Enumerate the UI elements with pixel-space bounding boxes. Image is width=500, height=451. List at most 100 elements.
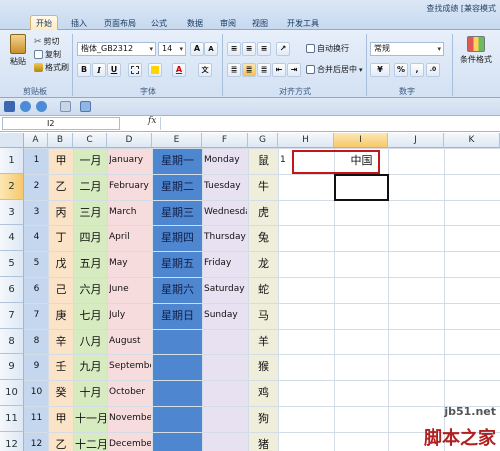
- row-header-12[interactable]: 12: [0, 431, 24, 451]
- cell-F2[interactable]: Tuesday: [204, 174, 247, 200]
- cell-D6[interactable]: June: [109, 277, 151, 303]
- cell-E6[interactable]: 星期六: [154, 277, 201, 303]
- cell-D1[interactable]: January: [109, 148, 151, 174]
- cell-E1[interactable]: 星期一: [154, 148, 201, 174]
- cell-B10[interactable]: 癸: [50, 380, 72, 406]
- percent-button[interactable]: %: [394, 63, 408, 77]
- font-size-combo[interactable]: 14 ▾: [158, 42, 186, 56]
- cell-F3[interactable]: Wednesday: [204, 200, 247, 226]
- tab-review[interactable]: 审阅: [217, 17, 239, 30]
- phonetic-button[interactable]: 文: [198, 63, 212, 77]
- column-header-B[interactable]: B: [48, 133, 73, 148]
- cell-G8[interactable]: 羊: [250, 329, 277, 355]
- row-header-10[interactable]: 10: [0, 380, 24, 406]
- cell-B2[interactable]: 乙: [50, 174, 72, 200]
- cell-C10[interactable]: 十月: [75, 380, 106, 406]
- tab-home[interactable]: 开始: [30, 15, 58, 31]
- font-color-button[interactable]: A: [172, 63, 186, 77]
- cell-A5[interactable]: 5: [26, 251, 47, 277]
- cell-B12[interactable]: 乙: [50, 432, 72, 451]
- cell-E2[interactable]: 星期二: [154, 174, 201, 200]
- row-header-7[interactable]: 7: [0, 302, 24, 329]
- cell-F1[interactable]: Monday: [204, 148, 247, 174]
- cell-D3[interactable]: March: [109, 200, 151, 226]
- row-header-2[interactable]: 2: [0, 173, 24, 200]
- cell-E4[interactable]: 星期四: [154, 225, 201, 251]
- cell-A6[interactable]: 6: [26, 277, 47, 303]
- active-cell-I2[interactable]: [334, 173, 389, 201]
- cut-button[interactable]: ✂ 剪切: [34, 36, 60, 47]
- cell-D7[interactable]: July: [109, 303, 151, 329]
- cell-F4[interactable]: Thursday: [204, 225, 247, 251]
- align-bottom-button[interactable]: ≡: [257, 42, 271, 56]
- decrease-indent-button[interactable]: ⇤: [272, 63, 286, 77]
- cell-G2[interactable]: 牛: [250, 174, 277, 200]
- tab-page-layout[interactable]: 页面布局: [100, 17, 140, 30]
- cell-B9[interactable]: 壬: [50, 354, 72, 380]
- cell-D2[interactable]: February: [109, 174, 151, 200]
- borders-button[interactable]: [128, 63, 142, 77]
- cell-B11[interactable]: 甲: [50, 406, 72, 432]
- column-header-C[interactable]: C: [73, 133, 107, 148]
- cell-A10[interactable]: 10: [26, 380, 47, 406]
- save-icon[interactable]: [4, 101, 15, 112]
- cell-C1[interactable]: 一月: [75, 148, 106, 174]
- format-painter-button[interactable]: 格式刷: [34, 62, 69, 73]
- conditional-format-button[interactable]: 条件格式: [456, 36, 496, 65]
- cell-G10[interactable]: 鸡: [250, 380, 277, 406]
- name-box[interactable]: I2: [2, 117, 120, 130]
- cell-F7[interactable]: Sunday: [204, 303, 247, 329]
- cell-D9[interactable]: September: [109, 354, 151, 380]
- increase-decimal-button[interactable]: .0: [426, 63, 440, 77]
- cell-C6[interactable]: 六月: [75, 277, 106, 303]
- cell-B4[interactable]: 丁: [50, 225, 72, 251]
- cell-E7[interactable]: 星期日: [154, 303, 201, 329]
- fx-icon[interactable]: fx: [148, 116, 156, 126]
- cell-C3[interactable]: 三月: [75, 200, 106, 226]
- cell-G6[interactable]: 蛇: [250, 277, 277, 303]
- redo-icon[interactable]: [36, 101, 47, 112]
- shrink-font-button[interactable]: A: [204, 42, 218, 56]
- italic-button[interactable]: I: [92, 63, 106, 77]
- orientation-button[interactable]: ↗: [276, 42, 290, 56]
- cell-D5[interactable]: May: [109, 251, 151, 277]
- column-header-D[interactable]: D: [107, 133, 152, 148]
- cell-B7[interactable]: 庚: [50, 303, 72, 329]
- number-format-combo[interactable]: 常规 ▾: [370, 42, 444, 56]
- column-header-H[interactable]: H: [278, 133, 334, 148]
- cell-C2[interactable]: 二月: [75, 174, 106, 200]
- cell-B1[interactable]: 甲: [50, 148, 72, 174]
- row-header-3[interactable]: 3: [0, 199, 24, 226]
- row-header-11[interactable]: 11: [0, 406, 24, 432]
- column-header-F[interactable]: F: [202, 133, 248, 148]
- align-right-button[interactable]: ≣: [257, 63, 271, 77]
- cell-A11[interactable]: 11: [26, 406, 47, 432]
- column-header-A[interactable]: A: [24, 133, 48, 148]
- bold-button[interactable]: B: [77, 63, 91, 77]
- print-preview-icon[interactable]: [60, 101, 71, 112]
- cell-C4[interactable]: 四月: [75, 225, 106, 251]
- align-center-button[interactable]: ≣: [242, 63, 256, 77]
- cell-G3[interactable]: 虎: [250, 200, 277, 226]
- cell-C7[interactable]: 七月: [75, 303, 106, 329]
- tab-developer[interactable]: 开发工具: [283, 17, 323, 30]
- select-all-corner[interactable]: [0, 133, 24, 148]
- cell-A8[interactable]: 8: [26, 329, 47, 355]
- column-header-K[interactable]: K: [444, 133, 500, 148]
- paste-button[interactable]: 粘贴: [6, 34, 30, 67]
- cell-A3[interactable]: 3: [26, 200, 47, 226]
- tab-insert[interactable]: 插入: [68, 17, 90, 30]
- cell-F5[interactable]: Friday: [204, 251, 247, 277]
- cell-G5[interactable]: 龙: [250, 251, 277, 277]
- cell-B8[interactable]: 辛: [50, 329, 72, 355]
- cell-C8[interactable]: 八月: [75, 329, 106, 355]
- cell-D4[interactable]: April: [109, 225, 151, 251]
- customize-icon[interactable]: [80, 101, 91, 112]
- cell-E5[interactable]: 星期五: [154, 251, 201, 277]
- align-top-button[interactable]: ≡: [227, 42, 241, 56]
- fill-color-button[interactable]: [148, 63, 162, 77]
- cell-D10[interactable]: October: [109, 380, 151, 406]
- row-header-5[interactable]: 5: [0, 251, 24, 277]
- spreadsheet-grid[interactable]: A B C D E F G H I J K 1 2 3 4 5 6 7 8 9 10 11 12 1 2 3 4 5 6 7 8 9 10 11 1…: [0, 133, 500, 451]
- underline-button[interactable]: U: [107, 63, 121, 77]
